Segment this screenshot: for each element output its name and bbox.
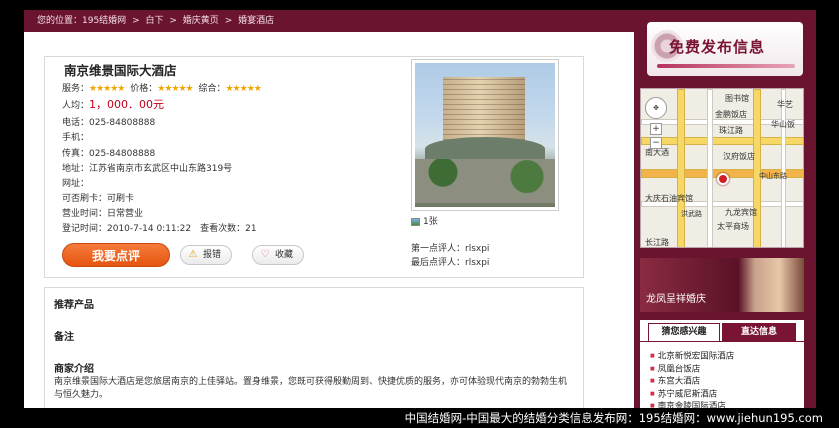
breadcrumb-district[interactable]: 白下 [145,16,163,26]
rating-price-label: 价格： [130,84,158,94]
business-intro-heading: 商家介绍 [54,364,94,375]
map-road [753,89,761,247]
recommend-tabs: 猜您感兴趣 直达信息 北京新悦宏国际酒店 凤凰台饭店 东宫大酒店 苏宁威尼斯酒店… [640,320,804,408]
breadcrumb-separator: > [169,16,177,26]
card-row: 可否刷卡：可刷卡 [62,194,135,204]
photo-canopy [425,137,545,161]
mobile-row: 手机： [62,133,90,143]
rating-overall-label: 综合： [198,84,226,94]
list-item[interactable]: 凤凰台饭店 [650,363,734,376]
advert-label: 龙凤呈祥婚庆 [646,294,706,305]
write-review-label: 我要点评 [91,249,140,263]
last-reviewer: 最后点评人：rlsxpi [411,258,490,268]
map-label: 华艺 [777,100,793,109]
breadcrumb: 您的位置：195结婚网 > 白下 > 婚庆黄页 > 婚宴酒店 [24,10,634,32]
free-post-banner[interactable]: 免费发布信息 [647,22,803,76]
favorite-button[interactable]: ♡ 收藏 [252,245,305,265]
rating-service-stars: ★★★★★ [89,84,125,94]
fax-row: 传真：025-84808888 [62,149,156,159]
ratings-row: 服务：★★★★★ 价格：★★★★★ 综合：★★★★★ [62,81,264,94]
rating-overall-stars: ★★★★★ [225,84,261,94]
map-label: 太平商场 [717,222,749,231]
warning-icon: ⚠ [188,249,198,260]
breadcrumb-separator: > [132,16,140,26]
map-zoom-out[interactable]: − [650,137,662,149]
photo-count[interactable]: 1张 [411,214,438,227]
location-map[interactable]: 图书馆 华艺 金鹏饭店 华山饭 珠江路 汉府饭店 南大酒 大庆石油宾馆 九龙宾馆… [640,88,804,248]
tab-divider [640,341,804,342]
recommend-list: 北京新悦宏国际酒店 凤凰台饭店 东宫大酒店 苏宁威尼斯酒店 南京金陵国际酒店 [650,350,735,409]
heart-icon: ♡ [260,249,270,260]
photo-count-label: 1张 [423,217,438,227]
phone-row: 电话：025-84808888 [62,118,156,128]
map-label: 金鹏饭店 [715,110,747,119]
map-road [781,89,786,247]
list-item[interactable]: 南京金陵国际酒店 [650,400,734,409]
breadcrumb-yellowpages[interactable]: 婚庆黄页 [183,16,219,26]
price-label: 人均： [62,101,90,111]
map-label: 大庆石油宾馆 [645,194,693,203]
free-post-label: 免费发布信息 [669,38,766,56]
list-item[interactable]: 北京新悦宏国际酒店 [650,350,735,363]
map-label: 珠江路 [719,126,743,135]
page: 您的位置：195结婚网 > 白下 > 婚庆黄页 > 婚宴酒店 南京维景国际大酒店… [24,10,816,408]
rating-service-label: 服务： [62,84,90,94]
tab-interest[interactable]: 猜您感兴趣 [648,323,720,341]
list-item[interactable]: 东宫大酒店 [650,375,734,388]
report-error-label: 报错 [203,250,222,260]
photo-trees [415,159,555,203]
tab-direct-info[interactable]: 直达信息 [722,323,796,341]
hotel-name: 南京维景国际大酒店 [64,63,177,78]
list-item[interactable]: 苏宁威尼斯酒店 [650,388,734,401]
register-row: 登记时间：2010-7-14 0:11:22 查看次数：21 [62,224,257,234]
address-row: 地址：江苏省南京市玄武区中山东路319号 [62,164,233,174]
advert-banner[interactable]: 龙凤呈祥婚庆 [640,258,804,312]
recommended-products-heading: 推荐产品 [54,300,94,311]
hours-row: 营业时间：日常营业 [62,209,144,219]
image-icon [411,217,420,226]
breadcrumb-category[interactable]: 婚宴酒店 [238,16,274,26]
business-intro-text: 南京维景国际大酒店是您旅居南京的上佳驿站。置身维景，您既可获得殷勤周到、快捷优质… [54,377,568,400]
map-road [707,89,713,247]
notes-heading: 备注 [54,332,74,343]
breadcrumb-home[interactable]: 您的位置：195结婚网 [37,16,126,26]
map-label: 长江路 [645,238,669,247]
breadcrumb-separator: > [224,16,233,26]
report-error-button[interactable]: ⚠ 报错 [180,245,233,265]
free-post-underline [657,64,795,68]
map-label: 九龙宾馆 [725,208,757,217]
map-road [677,89,685,247]
first-reviewer: 第一点评人：rlsxpi [411,244,490,254]
reviewers-info: 第一点评人：rlsxpi 最后点评人：rlsxpi [411,242,489,270]
write-review-button[interactable]: 我要点评 [62,243,170,267]
map-label: 华山饭 [771,120,795,129]
map-label: 图书馆 [725,94,749,103]
map-label: 洪武路 [681,210,702,218]
hotel-photo-image [415,63,555,207]
map-zoom-in[interactable]: + [650,123,662,135]
map-pan-control[interactable]: ✥ [645,97,667,119]
website-row: 网址： [62,179,90,189]
favorite-label: 收藏 [275,250,294,260]
map-road [641,137,803,145]
rating-price-stars: ★★★★★ [157,84,193,94]
location-pin-icon[interactable] [717,173,729,185]
price-row: 人均：1，000．00元 [62,96,164,112]
footer-banner: 中国结婚网-中国最大的结婚分类信息发布网：195结婚网：www.jiehun19… [0,408,839,428]
price-value: 1，000．00元 [89,98,165,111]
map-label: 汉府饭店 [723,152,755,161]
hotel-photo[interactable] [411,59,559,211]
sidebar: 免费发布信息 图书馆 华艺 金鹏饭店 华山饭 珠江路 汉府饭店 南大酒 大庆石油… [634,10,816,408]
map-label: 中山东路 [759,172,787,180]
